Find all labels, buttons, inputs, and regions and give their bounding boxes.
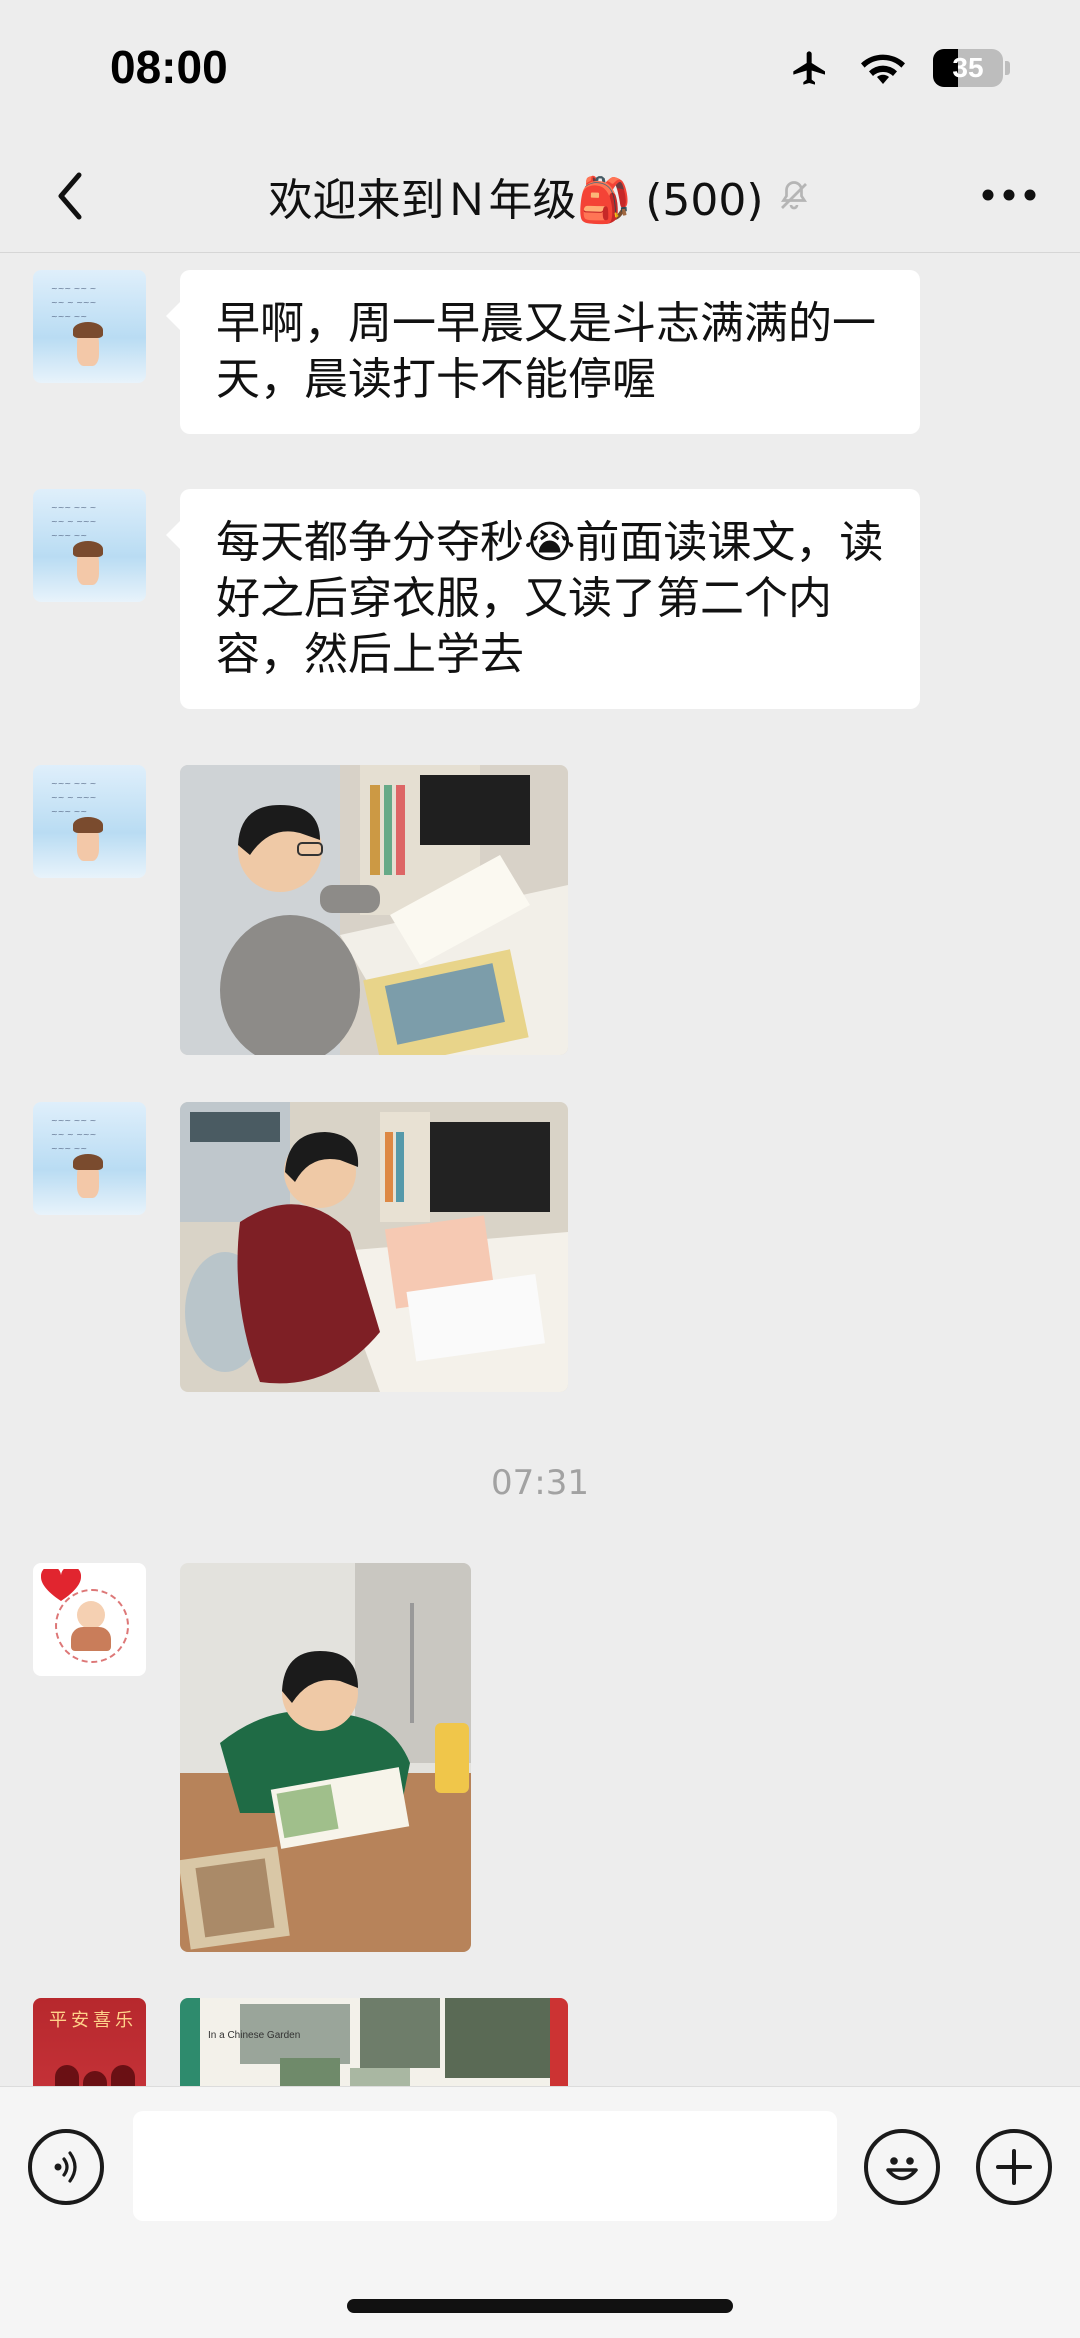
more-dots-icon <box>982 189 1036 201</box>
image-caption: In a Chinese Garden <box>208 2030 300 2041</box>
message-bubble[interactable]: 早啊，周一早晨又是斗志满满的一天，晨读打卡不能停喔 <box>166 270 920 434</box>
plus-icon <box>996 2149 1032 2185</box>
input-bar <box>0 2086 1080 2338</box>
sender-avatar[interactable]: ~~~ ~~ ~ ~~ ~ ~~~ ~~~ ~~ <box>33 1102 146 1215</box>
boy-green-jacket-reading-photo[interactable] <box>180 1563 471 1952</box>
home-indicator <box>347 2299 733 2313</box>
plus-button[interactable] <box>976 2129 1052 2205</box>
message-bubble[interactable]: 每天都争分夺秒😭前面读课文，读好之后穿衣服，又读了第二个内容，然后上学去 <box>166 489 920 709</box>
more-button[interactable] <box>974 170 1044 220</box>
message-input[interactable] <box>133 2111 837 2221</box>
wifi-icon <box>861 54 905 84</box>
textbook-page-photo[interactable]: In a Chinese Garden <box>180 1998 568 2086</box>
message-text: 早啊，周一早晨又是斗志满满的一天，晨读打卡不能停喔 <box>216 298 876 405</box>
status-icons: 35 <box>787 48 1010 88</box>
chat-header: 欢迎来到Ｎ年级🎒 (500) <box>0 140 1080 253</box>
group-name: 欢迎来到Ｎ年级🎒 (500) <box>268 175 764 226</box>
status-time: 08:00 <box>110 41 228 93</box>
bell-muted-icon <box>780 181 807 210</box>
battery-icon: 35 <box>933 49 1003 87</box>
sender-avatar[interactable]: ~~~ ~~ ~ ~~ ~ ~~~ ~~~ ~~ <box>33 270 146 383</box>
voice-icon <box>54 2151 77 2183</box>
boy-red-jacket-reading-photo[interactable] <box>180 1102 568 1392</box>
emoji-icon <box>886 2157 918 2181</box>
sender-avatar[interactable]: ~~~ ~~ ~ ~~ ~ ~~~ ~~~ ~~ <box>33 489 146 602</box>
message-text: 每天都争分夺秒😭前面读课文，读好之后穿衣服，又读了第二个内容，然后上学去 <box>216 517 884 680</box>
status-bar: 08:00 35 <box>0 0 1080 140</box>
chat-title: 欢迎来到Ｎ年级🎒 (500) <box>0 164 1080 228</box>
message-list[interactable]: ~~~ ~~ ~ ~~ ~ ~~~ ~~~ ~~ 早啊，周一早晨又是斗志满满的一天，… <box>0 253 1080 2086</box>
sender-avatar[interactable]: 平安喜乐 <box>33 1998 146 2086</box>
boy-grey-sweater-reading-photo[interactable] <box>180 765 568 1055</box>
voice-button[interactable] <box>28 2129 104 2205</box>
sender-avatar[interactable] <box>33 1563 146 1676</box>
emoji-button[interactable] <box>864 2129 940 2205</box>
sender-avatar[interactable]: ~~~ ~~ ~ ~~ ~ ~~~ ~~~ ~~ <box>33 765 146 878</box>
battery-level: 35 <box>952 52 984 83</box>
airplane-icon <box>793 51 825 85</box>
message-timestamp: 07:31 <box>491 1463 589 1503</box>
